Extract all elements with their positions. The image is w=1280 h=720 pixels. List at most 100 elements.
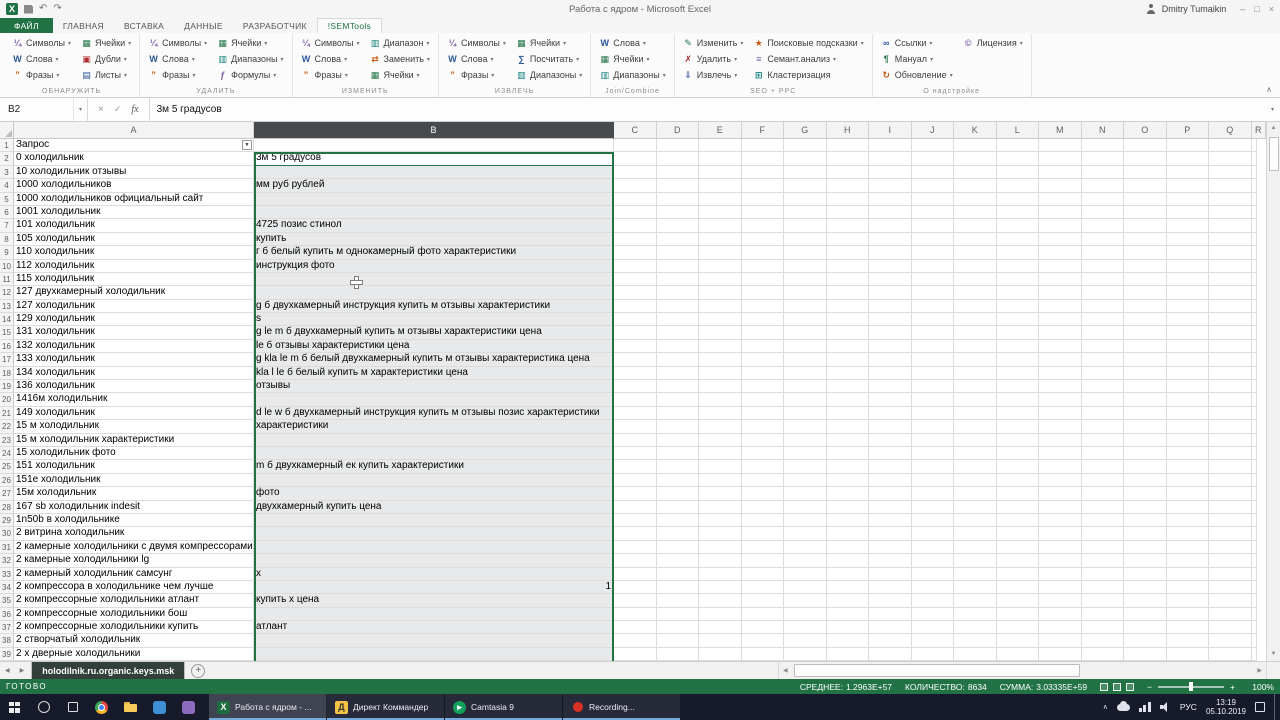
cell-O18[interactable] [1124,367,1167,380]
row-header-27[interactable]: 27 [0,487,14,500]
cell-L35[interactable] [997,594,1040,607]
cell-F11[interactable] [742,273,785,286]
cell-E33[interactable] [699,568,742,581]
cell-H1[interactable] [827,139,870,152]
cell-D25[interactable] [657,460,700,473]
cell-G24[interactable] [784,447,827,460]
cell-P14[interactable] [1167,313,1210,326]
cell-O32[interactable] [1124,554,1167,567]
show-desktop-button[interactable] [1274,694,1278,720]
cell-Q39[interactable] [1209,648,1252,661]
cell-Q35[interactable] [1209,594,1252,607]
cell-N2[interactable] [1082,152,1125,165]
cell-H6[interactable] [827,206,870,219]
cell-C31[interactable] [614,541,657,554]
cell-N13[interactable] [1082,300,1125,313]
cell-R6[interactable] [1252,206,1257,219]
cell-J32[interactable] [912,554,955,567]
cell-M16[interactable] [1039,340,1082,353]
cell-A25[interactable]: 151 холодильник [14,460,254,473]
cell-D9[interactable] [657,246,700,259]
cell-C5[interactable] [614,193,657,206]
cell-M4[interactable] [1039,179,1082,192]
cell-K22[interactable] [954,420,997,433]
cell-P29[interactable] [1167,514,1210,527]
cell-B27[interactable]: фото [254,487,614,500]
cell-G30[interactable] [784,527,827,540]
cell-L7[interactable] [997,219,1040,232]
cell-N4[interactable] [1082,179,1125,192]
cell-H27[interactable] [827,487,870,500]
horizontal-scrollbar[interactable] [778,662,1266,679]
cell-M10[interactable] [1039,260,1082,273]
row-header-19[interactable]: 19 [0,380,14,393]
cell-Q18[interactable] [1209,367,1252,380]
cell-J2[interactable] [912,152,955,165]
cell-L20[interactable] [997,393,1040,406]
cell-K17[interactable] [954,353,997,366]
row-header-16[interactable]: 16 [0,340,14,353]
cell-B13[interactable]: g б двухкамерный инструкция купить м отз… [254,300,614,313]
cell-C7[interactable] [614,219,657,232]
cell-O1[interactable] [1124,139,1167,152]
cell-I26[interactable] [869,474,912,487]
cell-E39[interactable] [699,648,742,661]
filter-dropdown-button[interactable] [242,140,252,150]
cell-N18[interactable] [1082,367,1125,380]
name-box-dropdown-icon[interactable] [73,98,87,121]
cell-Q9[interactable] [1209,246,1252,259]
cell-N29[interactable] [1082,514,1125,527]
cell-O6[interactable] [1124,206,1167,219]
zoom-percentage[interactable]: 100% [1248,682,1274,692]
pinned-app-app-purple[interactable] [174,694,203,720]
cell-E22[interactable] [699,420,742,433]
select-all-corner[interactable] [0,122,14,139]
cell-D26[interactable] [657,474,700,487]
cell-G5[interactable] [784,193,827,206]
cell-R18[interactable] [1252,367,1257,380]
cell-L21[interactable] [997,407,1040,420]
cell-N21[interactable] [1082,407,1125,420]
cell-P38[interactable] [1167,634,1210,647]
cell-E21[interactable] [699,407,742,420]
sheet-nav-right-icon[interactable] [15,662,30,679]
cell-J21[interactable] [912,407,955,420]
row-header-29[interactable]: 29 [0,514,14,527]
cell-N35[interactable] [1082,594,1125,607]
cell-F22[interactable] [742,420,785,433]
cell-F14[interactable] [742,313,785,326]
cell-B11[interactable] [254,273,614,286]
cell-H28[interactable] [827,501,870,514]
cell-I29[interactable] [869,514,912,527]
cell-E13[interactable] [699,300,742,313]
cell-M25[interactable] [1039,460,1082,473]
cell-I24[interactable] [869,447,912,460]
cell-B31[interactable] [254,541,614,554]
cell-N8[interactable] [1082,233,1125,246]
cell-E23[interactable] [699,434,742,447]
cell-M2[interactable] [1039,152,1082,165]
cell-R5[interactable] [1252,193,1257,206]
cell-A19[interactable]: 136 холодильник [14,380,254,393]
cell-I19[interactable] [869,380,912,393]
cell-C8[interactable] [614,233,657,246]
cell-L23[interactable] [997,434,1040,447]
cell-K2[interactable] [954,152,997,165]
cell-K37[interactable] [954,621,997,634]
cell-K13[interactable] [954,300,997,313]
cell-N16[interactable] [1082,340,1125,353]
column-header-Q[interactable]: Q [1209,122,1252,139]
cell-R3[interactable] [1252,166,1257,179]
ribbon-button-cells[interactable]: ▦Ячейки [513,35,585,51]
cell-E11[interactable] [699,273,742,286]
ribbon-button-semantic-analysis[interactable]: ≡Семант.анализ [750,51,866,67]
cell-K29[interactable] [954,514,997,527]
cell-L18[interactable] [997,367,1040,380]
cell-B19[interactable]: отзывы [254,380,614,393]
cell-E17[interactable] [699,353,742,366]
cell-G35[interactable] [784,594,827,607]
cell-L31[interactable] [997,541,1040,554]
row-header-4[interactable]: 4 [0,179,14,192]
vertical-scrollbar-thumb[interactable] [1269,137,1279,171]
cell-M20[interactable] [1039,393,1082,406]
